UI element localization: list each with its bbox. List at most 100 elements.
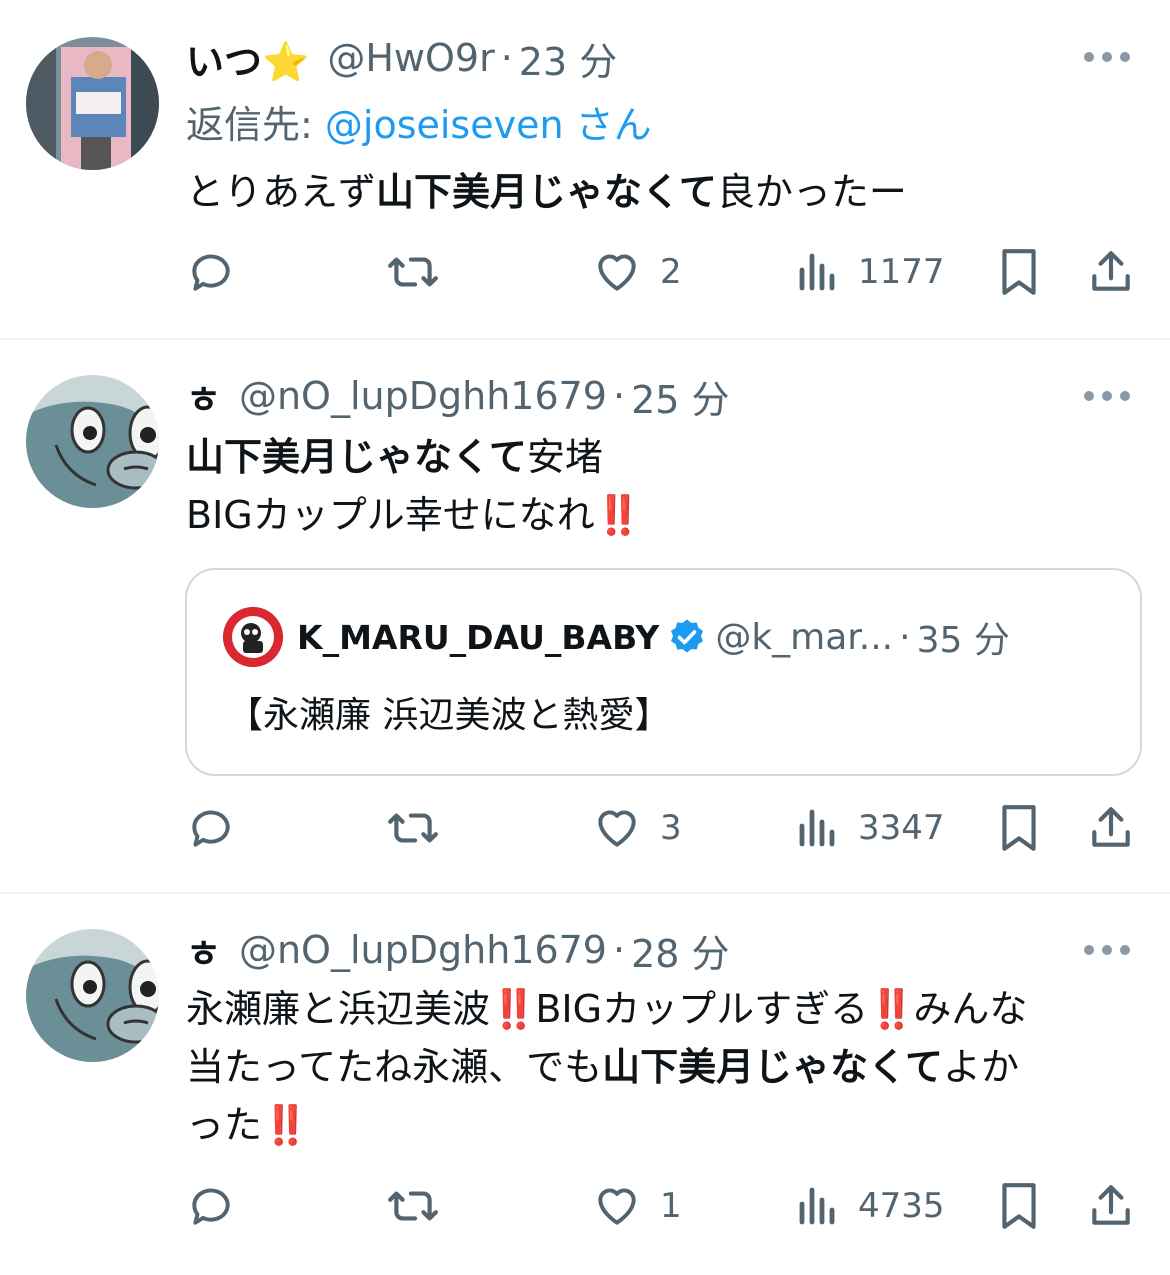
bookmark-button[interactable] [994,800,1044,856]
tweet-header: ㅎ @nO_lupDghh1679 · 28 分 [186,922,730,978]
retweet-icon [388,257,438,287]
like-icon [598,1188,636,1225]
separator-dot: · [500,36,513,80]
tweet[interactable]: ㅎ @nO_lupDghh1679 · 28 分 永瀬廉と浜辺美波‼️BIGカッ… [0,894,1170,1275]
text-part: 永瀬廉と浜辺美波 [186,987,491,1031]
views-icon [799,1187,835,1225]
retweet-button[interactable] [386,800,440,856]
action-bar: 3 3347 [186,800,1134,856]
views-button[interactable]: 4735 [796,1178,945,1234]
bookmark-button[interactable] [994,1178,1044,1234]
reply-suffix: さん [563,103,652,147]
text-part: った [186,1103,263,1147]
like-count: 3 [660,808,682,848]
like-button[interactable]: 2 [592,244,682,300]
share-icon [1092,1185,1130,1225]
more-icon[interactable] [1084,386,1130,406]
reply-icon [192,1188,230,1225]
text-part: BIGカップル幸せになれ [186,493,595,537]
author-name[interactable]: ㅎ [186,923,221,978]
bookmark-icon [1002,249,1036,295]
quote-text: 【永瀬廉 浜辺美波と熱愛】 [227,695,671,736]
tweet[interactable]: ㅎ @nO_lupDghh1679 · 25 分 山下美月じゃなくて安堵 BIG… [0,340,1170,894]
text-part: 安堵 [526,435,603,479]
avatar[interactable] [26,37,159,170]
text-part: 良かったー [716,170,907,214]
view-count: 3347 [858,808,945,848]
text-bold: 山下美月じゃなくて [602,1045,943,1089]
timestamp[interactable]: 23 分 [519,31,617,86]
quote-author-handle: @k_mar... [715,616,894,658]
author-handle[interactable]: @nO_lupDghh1679 [239,374,607,418]
tweet-text: とりあえず山下美月じゃなくて良かったー [186,163,907,221]
views-icon [799,809,835,847]
retweet-icon [388,813,438,843]
text-part: BIGカップルすぎる [535,987,869,1031]
view-count: 4735 [858,1186,945,1226]
bookmark-icon [1002,1183,1036,1229]
separator-dot: · [612,928,626,972]
reply-to: 返信先: @joseiseven さん [186,94,652,149]
action-bar: 1 4735 [186,1178,1134,1234]
reply-icon [192,254,230,291]
quote-tweet[interactable]: K_MARU_DAU_BABY @k_mar... · 35 分 【永瀬廉 浜辺… [185,568,1142,776]
quote-avatar [223,607,283,667]
quote-header: K_MARU_DAU_BABY @k_mar... · 35 分 [223,607,1010,667]
separator-dot: · [612,374,626,418]
tweet-header: ㅎ @nO_lupDghh1679 · 25 分 [186,368,730,424]
like-button[interactable]: 3 [592,800,682,856]
retweet-icon [388,1191,438,1221]
share-button[interactable] [1086,1178,1136,1234]
views-button[interactable]: 3347 [796,800,945,856]
like-icon [598,254,636,291]
author-handle[interactable]: @HwO9r [327,36,494,80]
double-exclamation-emoji: ‼️ [490,987,537,1031]
verified-icon [671,619,704,653]
bookmark-icon [1002,805,1036,851]
share-button[interactable] [1086,244,1136,300]
action-bar: 2 1177 [186,244,1134,300]
double-exclamation-emoji: ‼️ [868,987,915,1031]
like-button[interactable]: 1 [592,1178,682,1234]
text-bold: 山下美月じゃなくて [376,170,717,214]
share-icon [1092,251,1130,291]
bookmark-button[interactable] [994,244,1044,300]
tweet[interactable]: いつ⭐️ @HwO9r · 23 分 返信先: @joseiseven さん と… [0,0,1170,340]
tweet-text: 山下美月じゃなくて安堵 BIGカップル幸せになれ‼️ [186,428,642,544]
view-count: 1177 [858,252,945,292]
reply-button[interactable] [186,1178,236,1234]
reply-button[interactable] [186,800,236,856]
author-handle[interactable]: @nO_lupDghh1679 [239,928,607,972]
double-exclamation-emoji: ‼️ [594,493,642,537]
timestamp[interactable]: 28 分 [631,923,729,978]
text-part: よか [942,1045,1019,1089]
retweet-button[interactable] [386,244,440,300]
like-count: 1 [660,1186,682,1226]
share-icon [1092,807,1130,847]
text-bold: 山下美月じゃなくて [186,435,527,479]
quote-author-name: K_MARU_DAU_BABY [297,617,660,657]
text-part: みんな [913,987,1028,1031]
reply-button[interactable] [186,244,236,300]
timestamp[interactable]: 25 分 [631,369,729,424]
separator-dot: · [899,616,911,658]
reply-mention[interactable]: @joseiseven [325,103,564,147]
views-icon [799,253,835,291]
author-name[interactable]: ㅎ [186,369,221,424]
views-button[interactable]: 1177 [796,244,945,300]
more-icon[interactable] [1084,940,1130,960]
text-part: とりあえず [186,170,377,214]
reply-icon [192,810,230,847]
double-exclamation-emoji: ‼️ [262,1103,309,1147]
quote-timestamp: 35 分 [916,620,1010,661]
share-button[interactable] [1086,800,1136,856]
retweet-button[interactable] [386,1178,440,1234]
author-name[interactable]: いつ⭐️ [186,31,309,86]
avatar[interactable] [26,375,159,508]
tweet-header: いつ⭐️ @HwO9r · 23 分 [186,30,617,86]
like-icon [598,810,636,847]
avatar[interactable] [26,929,159,1062]
like-count: 2 [660,252,682,292]
more-icon[interactable] [1084,47,1130,67]
tweet-text: 永瀬廉と浜辺美波‼️BIGカップルすぎる‼️みんな 当たってたね永瀬、でも山下美… [186,980,1027,1154]
